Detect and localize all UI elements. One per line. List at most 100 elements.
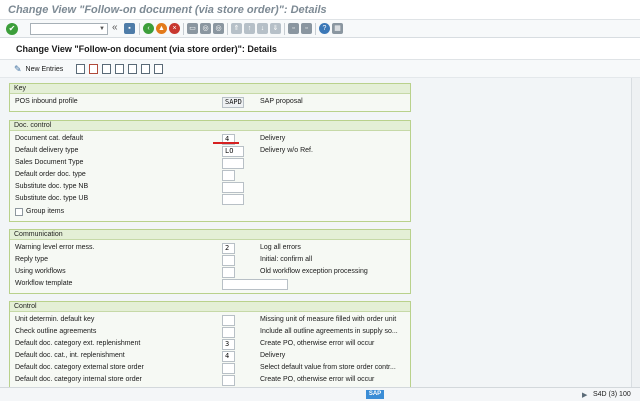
workflow-template-label: Workflow template xyxy=(15,280,73,287)
next-page-icon[interactable]: ↓ xyxy=(257,23,268,34)
internal-store-order-field[interactable] xyxy=(222,375,235,386)
substitute-doc-type-nb-label: Substitute doc. type NB xyxy=(15,183,89,190)
doc-control-group-title: Doc. control xyxy=(10,121,410,131)
unit-determin-row: Unit determin. default key Missing unit … xyxy=(15,315,407,326)
new-entries-label: New Entries xyxy=(25,65,64,73)
change-log-icon[interactable] xyxy=(154,64,163,74)
workflow-template-field[interactable] xyxy=(222,279,288,290)
help-icon[interactable]: ? xyxy=(319,23,330,34)
document-cat-default-desc: Delivery xyxy=(260,135,286,142)
internal-store-order-desc: Create PO, otherwise error will occur xyxy=(260,376,375,383)
substitute-doc-type-nb-row: Substitute doc. type NB xyxy=(15,182,407,193)
int-replenishment-field[interactable]: 4 xyxy=(222,351,235,362)
status-bar: SAP ▶ S4D (3) 100 xyxy=(0,387,640,401)
system-toolbar: ✔ ▼ « ▪ ‹ ▲ × ▭ ◎ ◎ ⇑ ↑ ↓ ⇓ ▫ ▫ ? ▦ xyxy=(0,20,640,38)
reply-type-row: Reply type Initial: confirm all xyxy=(15,255,407,266)
warning-level-desc: Log all errors xyxy=(260,244,301,251)
system-info: S4D (3) 100 xyxy=(593,391,631,398)
external-store-order-label: Default doc. category external store ord… xyxy=(15,364,144,371)
toolbar-separator xyxy=(139,23,140,35)
layout-menu-icon[interactable]: ▦ xyxy=(332,23,343,34)
int-replenishment-desc: Delivery xyxy=(260,352,286,359)
using-workflows-label: Using workflows xyxy=(15,268,66,275)
warning-level-field[interactable]: 2 xyxy=(222,243,235,254)
group-items-row: Group items xyxy=(15,207,407,218)
pos-inbound-profile-row: POS inbound profile SAPD SAP proposal xyxy=(15,97,407,108)
first-page-icon[interactable]: ⇑ xyxy=(231,23,242,34)
reply-type-label: Reply type xyxy=(15,256,49,263)
cancel-icon[interactable]: × xyxy=(169,23,180,34)
using-workflows-desc: Old workflow exception processing xyxy=(260,268,368,275)
new-session-icon[interactable]: ▫ xyxy=(288,23,299,34)
using-workflows-row: Using workflows Old workflow exception p… xyxy=(15,267,407,278)
red-underline-annotation xyxy=(213,142,239,144)
exit-icon[interactable]: ▲ xyxy=(156,23,167,34)
last-page-icon[interactable]: ⇓ xyxy=(270,23,281,34)
substitute-doc-type-nb-field[interactable] xyxy=(222,182,244,193)
unit-determin-field[interactable] xyxy=(222,315,235,326)
using-workflows-field[interactable] xyxy=(222,267,235,278)
window-titlebar: Change View "Follow-on document (via sto… xyxy=(0,0,640,20)
chevron-down-icon[interactable]: ▼ xyxy=(98,25,106,33)
unit-determin-label: Unit determin. default key xyxy=(15,316,95,323)
substitute-doc-type-ub-row: Substitute doc. type UB xyxy=(15,194,407,205)
internal-store-order-row: Default doc. category internal store ord… xyxy=(15,375,407,386)
back-icon[interactable]: ‹ xyxy=(143,23,154,34)
new-entries-button[interactable]: ✎ New Entries xyxy=(14,63,63,75)
sales-document-type-row: Sales Document Type xyxy=(15,158,407,169)
unit-determin-desc: Missing unit of measure filled with orde… xyxy=(260,316,397,323)
screen-header: Change View "Follow-on document (via sto… xyxy=(0,38,640,60)
control-group: Control Unit determin. default key Missi… xyxy=(9,301,411,387)
group-items-checkbox[interactable] xyxy=(15,208,23,216)
warning-level-row: Warning level error mess. 2 Log all erro… xyxy=(15,243,407,254)
play-icon[interactable]: ▶ xyxy=(582,391,587,399)
external-store-order-desc: Select default value from store order co… xyxy=(260,364,396,371)
default-order-doc-type-row: Default order doc. type xyxy=(15,170,407,181)
reply-type-desc: Initial: confirm all xyxy=(260,256,313,263)
external-store-order-field[interactable] xyxy=(222,363,235,374)
ext-replenishment-label: Default doc. category ext. replenishment xyxy=(15,340,141,347)
group-items-label: Group items xyxy=(26,208,65,215)
check-outline-agreements-row: Check outline agreements Include all out… xyxy=(15,327,407,338)
previous-page-icon[interactable]: ↑ xyxy=(244,23,255,34)
sap-logo: SAP xyxy=(366,390,384,399)
select-all-icon[interactable] xyxy=(115,64,124,74)
check-outline-agreements-desc: Include all outline agreements in supply… xyxy=(260,328,398,335)
find-next-icon[interactable]: ◎ xyxy=(213,23,224,34)
ext-replenishment-row: Default doc. category ext. replenishment… xyxy=(15,339,407,350)
pos-inbound-profile-desc: SAP proposal xyxy=(260,98,303,105)
select-block-icon[interactable] xyxy=(128,64,137,74)
reply-type-field[interactable] xyxy=(222,255,235,266)
print-icon[interactable]: ▭ xyxy=(187,23,198,34)
command-field[interactable]: ▼ xyxy=(30,23,108,35)
detail-area: Key POS inbound profile SAPD SAP proposa… xyxy=(0,78,640,387)
default-order-doc-type-label: Default order doc. type xyxy=(15,171,86,178)
substitute-doc-type-ub-label: Substitute doc. type UB xyxy=(15,195,89,202)
check-outline-agreements-field[interactable] xyxy=(222,327,235,338)
check-icon[interactable]: ✔ xyxy=(6,23,18,35)
collapse-icon[interactable]: « xyxy=(112,22,118,33)
deselect-all-icon[interactable] xyxy=(141,64,150,74)
shortcut-icon[interactable]: ▫ xyxy=(301,23,312,34)
default-delivery-type-desc: Delivery w/o Ref. xyxy=(260,147,313,154)
key-group: Key POS inbound profile SAPD SAP proposa… xyxy=(9,83,411,112)
pencil-icon: ✎ xyxy=(14,63,22,74)
default-order-doc-type-field[interactable] xyxy=(222,170,235,181)
toolbar-separator xyxy=(284,23,285,35)
pos-inbound-profile-label: POS inbound profile xyxy=(15,98,78,105)
copy-icon[interactable] xyxy=(76,64,85,74)
default-delivery-type-field[interactable]: LO xyxy=(222,146,244,157)
delete-icon[interactable] xyxy=(89,64,98,74)
workflow-template-row: Workflow template xyxy=(15,279,407,290)
undo-change-icon[interactable] xyxy=(102,64,111,74)
substitute-doc-type-ub-field[interactable] xyxy=(222,194,244,205)
sales-document-type-field[interactable] xyxy=(222,158,244,169)
check-outline-agreements-label: Check outline agreements xyxy=(15,328,97,335)
find-icon[interactable]: ◎ xyxy=(200,23,211,34)
ext-replenishment-field[interactable]: 3 xyxy=(222,339,235,350)
vertical-scrollbar[interactable] xyxy=(631,78,640,387)
toolbar-separator xyxy=(183,23,184,35)
ext-replenishment-desc: Create PO, otherwise error will occur xyxy=(260,340,375,347)
save-icon[interactable]: ▪ xyxy=(124,23,135,34)
int-replenishment-row: Default doc. cat., int. replenishment 4 … xyxy=(15,351,407,362)
